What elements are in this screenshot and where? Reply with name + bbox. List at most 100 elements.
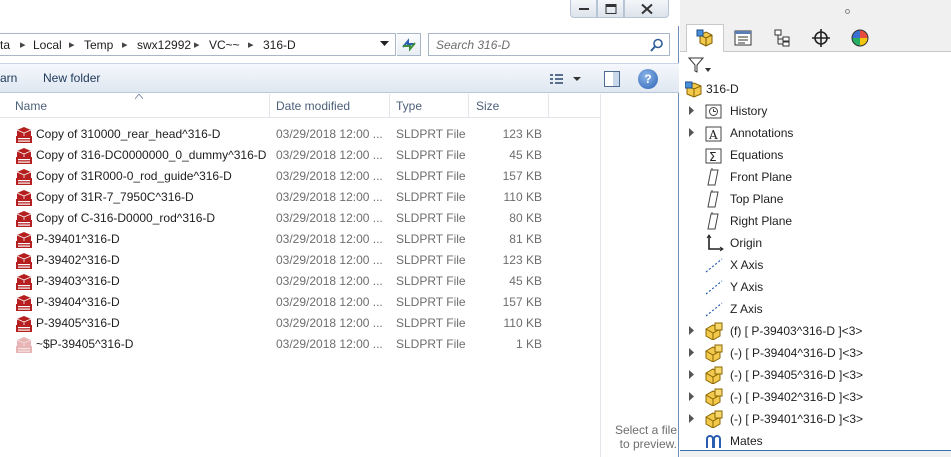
file-row[interactable]: Copy of 31R000-0_rod_guide^316-D 03/29/20…	[0, 166, 600, 187]
toolbar-item-partial[interactable]: arn	[0, 71, 17, 85]
feature-tree-label[interactable]: 316-D	[706, 82, 739, 96]
feature-tree-node[interactable]: (f) [ P-39403^316-D ]<3>	[688, 320, 951, 342]
feature-tree-label[interactable]: (f) [ P-39403^316-D ]<3>	[730, 324, 862, 338]
column-divider[interactable]	[269, 94, 270, 118]
feature-tree-label[interactable]: (-) [ P-39405^316-D ]<3>	[730, 368, 863, 382]
feature-tree-label[interactable]: Right Plane	[730, 214, 792, 228]
expand-arrow-icon[interactable]	[689, 348, 695, 357]
feature-tree-node[interactable]: (-) [ P-39402^316-D ]<3>	[688, 386, 951, 408]
feature-tree-label[interactable]: Origin	[730, 236, 762, 250]
feature-tree-node[interactable]: Top Plane	[688, 188, 951, 210]
tab-displaymanager[interactable]	[841, 24, 879, 51]
tab-dimxpertmanager[interactable]	[802, 24, 840, 51]
file-name[interactable]: Copy of 31R000-0_rod_guide^316-D	[36, 169, 232, 183]
file-row[interactable]: Copy of 31R-7_7950C^316-D 03/29/2018 12:0…	[0, 187, 600, 208]
column-divider[interactable]	[548, 94, 549, 118]
file-name[interactable]: Copy of 310000_rear_head^316-D	[36, 127, 220, 141]
feature-tree-node[interactable]: 316-D	[684, 78, 949, 100]
change-view-button[interactable]	[548, 70, 588, 88]
refresh-button[interactable]	[397, 33, 421, 56]
file-row[interactable]: P-39402^316-D 03/29/2018 12:00 ... SLDPRT …	[0, 250, 600, 271]
feature-tree-node[interactable]: Origin	[688, 232, 951, 254]
breadcrumb-temp[interactable]: Temp	[84, 38, 113, 52]
tab-propertymanager[interactable]	[724, 24, 762, 51]
file-row[interactable]: ~$P-39405^316-D 03/29/2018 12:00 ... SLDPR…	[0, 334, 600, 355]
file-row[interactable]: P-39405^316-D 03/29/2018 12:00 ... SLDPRT …	[0, 313, 600, 334]
breadcrumb-swx12992[interactable]: swx12992	[137, 38, 191, 52]
tab-configurationmanager[interactable]	[763, 24, 801, 51]
feature-tree-node[interactable]: Front Plane	[688, 166, 951, 188]
file-name[interactable]: P-39403^316-D	[36, 274, 120, 288]
feature-tree-label[interactable]: Equations	[730, 148, 783, 162]
feature-tree-node[interactable]: A Annotations	[688, 122, 951, 144]
feature-tree-node[interactable]: (-) [ P-39405^316-D ]<3>	[688, 364, 951, 386]
file-name[interactable]: P-39405^316-D	[36, 316, 120, 330]
expand-arrow-icon[interactable]	[689, 414, 695, 423]
column-header-name[interactable]: Name	[15, 99, 47, 113]
feature-tree-node[interactable]: (-) [ P-39401^316-D ]<3>	[688, 408, 951, 430]
address-bar[interactable]: ta ▸ Local ▸ Temp ▸ swx12992 ▸ VC~~ ▸ 31…	[0, 33, 396, 56]
minimize-button[interactable]	[570, 0, 597, 18]
expand-arrow-icon[interactable]	[689, 106, 695, 115]
feature-tree-node[interactable]: Y Axis	[688, 276, 951, 298]
feature-tree-label[interactable]: Y Axis	[730, 280, 763, 294]
feature-tree-label[interactable]: History	[730, 104, 767, 118]
feature-tree-node[interactable]: (-) [ P-39404^316-D ]<3>	[688, 342, 951, 364]
file-name[interactable]: P-39404^316-D	[36, 295, 120, 309]
column-divider[interactable]	[468, 94, 469, 118]
column-divider[interactable]	[389, 94, 390, 118]
file-name[interactable]: Copy of C-316-D0000_rod^316-D	[36, 211, 215, 225]
column-header-size[interactable]: Size	[476, 99, 499, 113]
file-name[interactable]: ~$P-39405^316-D	[36, 337, 133, 351]
breadcrumb-separator-icon[interactable]: ▸	[20, 38, 26, 51]
feature-tree-node[interactable]: History	[688, 100, 951, 122]
breadcrumb-data[interactable]: ta	[0, 38, 10, 52]
feature-tree-node[interactable]: Z Axis	[688, 298, 951, 320]
file-row[interactable]: Copy of 310000_rear_head^316-D 03/29/2018…	[0, 124, 600, 145]
breadcrumb-separator-icon[interactable]: ▸	[69, 38, 75, 51]
breadcrumb-316d[interactable]: 316-D	[263, 38, 296, 52]
feature-tree-label[interactable]: (-) [ P-39401^316-D ]<3>	[730, 412, 863, 426]
filter-button[interactable]	[687, 56, 712, 76]
expand-arrow-icon[interactable]	[689, 128, 695, 137]
new-folder-button[interactable]: New folder	[43, 71, 100, 85]
file-name[interactable]: P-39401^316-D	[36, 232, 120, 246]
expand-arrow-icon[interactable]	[689, 392, 695, 401]
breadcrumb-separator-icon[interactable]: ▸	[248, 38, 254, 51]
feature-tree-label[interactable]: X Axis	[730, 258, 763, 272]
feature-tree-label[interactable]: (-) [ P-39404^316-D ]<3>	[730, 346, 863, 360]
column-header-type[interactable]: Type	[396, 99, 422, 113]
address-dropdown-icon[interactable]	[380, 41, 389, 47]
breadcrumb-separator-icon[interactable]: ▸	[122, 38, 128, 51]
feature-tree-node[interactable]: X Axis	[688, 254, 951, 276]
feature-tree-node[interactable]: Mates	[688, 430, 951, 452]
feature-tree-label[interactable]: Z Axis	[730, 302, 763, 316]
breadcrumb-local[interactable]: Local	[33, 38, 62, 52]
close-button[interactable]	[624, 0, 669, 18]
file-row[interactable]: Copy of 316-DC0000000_0_dummy^316-D 03/29…	[0, 145, 600, 166]
feature-tree-node[interactable]: Σ Equations	[688, 144, 951, 166]
feature-tree-label[interactable]: (-) [ P-39402^316-D ]<3>	[730, 390, 863, 404]
panel-grip-icon[interactable]	[845, 9, 850, 14]
file-row[interactable]: Copy of C-316-D0000_rod^316-D 03/29/2018 …	[0, 208, 600, 229]
tab-featuremanager[interactable]	[686, 24, 724, 52]
breadcrumb-separator-icon[interactable]: ▸	[194, 38, 200, 51]
feature-tree-label[interactable]: Front Plane	[730, 170, 792, 184]
file-name[interactable]: Copy of 316-DC0000000_0_dummy^316-D	[36, 148, 266, 162]
restore-button[interactable]	[597, 0, 624, 18]
search-icon[interactable]	[650, 38, 664, 52]
search-box[interactable]: Search 316-D	[428, 33, 670, 56]
breadcrumb-vc[interactable]: VC~~	[209, 38, 240, 52]
search-input[interactable]: Search 316-D	[436, 38, 510, 52]
feature-tree-node[interactable]: Right Plane	[688, 210, 951, 232]
file-name[interactable]: P-39402^316-D	[36, 253, 120, 267]
file-name[interactable]: Copy of 31R-7_7950C^316-D	[36, 190, 194, 204]
help-button[interactable]: ?	[638, 69, 658, 89]
column-header-date[interactable]: Date modified	[276, 99, 350, 113]
feature-tree-label[interactable]: Mates	[730, 434, 763, 448]
expand-arrow-icon[interactable]	[689, 370, 695, 379]
feature-tree-label[interactable]: Annotations	[730, 126, 793, 140]
preview-pane-button[interactable]	[603, 70, 621, 88]
file-row[interactable]: P-39403^316-D 03/29/2018 12:00 ... SLDPRT …	[0, 271, 600, 292]
file-row[interactable]: P-39401^316-D 03/29/2018 12:00 ... SLDPRT …	[0, 229, 600, 250]
